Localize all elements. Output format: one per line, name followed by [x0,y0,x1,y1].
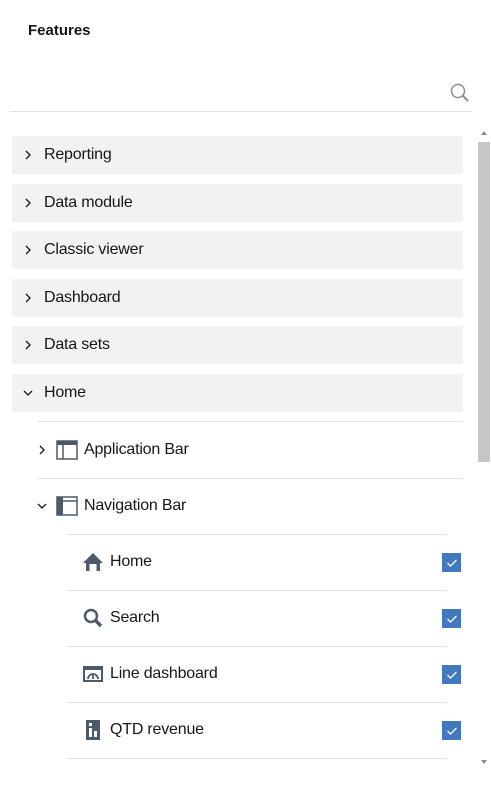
subgroup-label: Application Bar [84,441,189,458]
category-label: Data module [44,194,133,211]
nav-item-qtd-revenue[interactable]: QTD revenue [12,702,463,758]
chevron-down-icon[interactable] [32,496,52,516]
category-data-module[interactable]: Data module [12,184,463,222]
application-bar-icon [56,440,78,460]
feature-tree: Reporting Data module Classic viewer Das… [12,128,464,774]
divider [67,758,447,759]
category-data-sets[interactable]: Data sets [12,326,463,364]
nav-item-label: Home [110,553,152,570]
chevron-right-icon[interactable] [12,136,44,174]
category-classic-viewer[interactable]: Classic viewer [12,231,463,269]
checkbox-checked[interactable] [442,609,461,628]
scrollbar[interactable] [474,128,490,774]
scroll-up-arrow-icon[interactable] [481,131,487,135]
checkbox-checked[interactable] [442,721,461,740]
nav-item-label: QTD revenue [110,721,204,738]
category-label: Data sets [44,336,110,353]
category-dashboard[interactable]: Dashboard [12,279,463,317]
search-bar [10,76,472,112]
category-reporting[interactable]: Reporting [12,136,463,174]
chevron-right-icon[interactable] [12,184,44,222]
nav-item-search[interactable]: Search [12,590,463,646]
nav-item-label: Search [110,609,160,626]
navigation-bar-icon [56,496,78,516]
checkbox-checked[interactable] [442,553,461,572]
home-icon [82,551,104,573]
chevron-down-icon[interactable] [12,374,44,412]
subgroup-navigation-bar[interactable]: Navigation Bar [12,478,463,534]
category-label: Dashboard [44,289,121,306]
search-icon[interactable] [448,81,472,105]
dashboard-icon [82,663,104,685]
search-icon [82,607,104,629]
nav-item-line-dashboard[interactable]: Line dashboard [12,646,463,702]
nav-item-label: Line dashboard [110,665,218,682]
category-label: Reporting [44,146,112,163]
report-icon [82,719,104,741]
category-label: Classic viewer [44,241,144,258]
chevron-right-icon[interactable] [12,279,44,317]
chevron-right-icon[interactable] [12,326,44,364]
checkbox-checked[interactable] [442,665,461,684]
search-input[interactable] [10,76,430,110]
chevron-right-icon[interactable] [12,231,44,269]
subgroup-label: Navigation Bar [84,497,187,514]
scrollbar-thumb[interactable] [478,142,490,462]
category-home[interactable]: Home [12,374,463,412]
chevron-right-icon[interactable] [32,440,52,460]
panel-title: Features [28,22,91,39]
scroll-down-arrow-icon[interactable] [481,760,487,764]
subgroup-application-bar[interactable]: Application Bar [12,422,463,478]
nav-item-home[interactable]: Home [12,534,463,590]
category-label: Home [44,384,86,401]
